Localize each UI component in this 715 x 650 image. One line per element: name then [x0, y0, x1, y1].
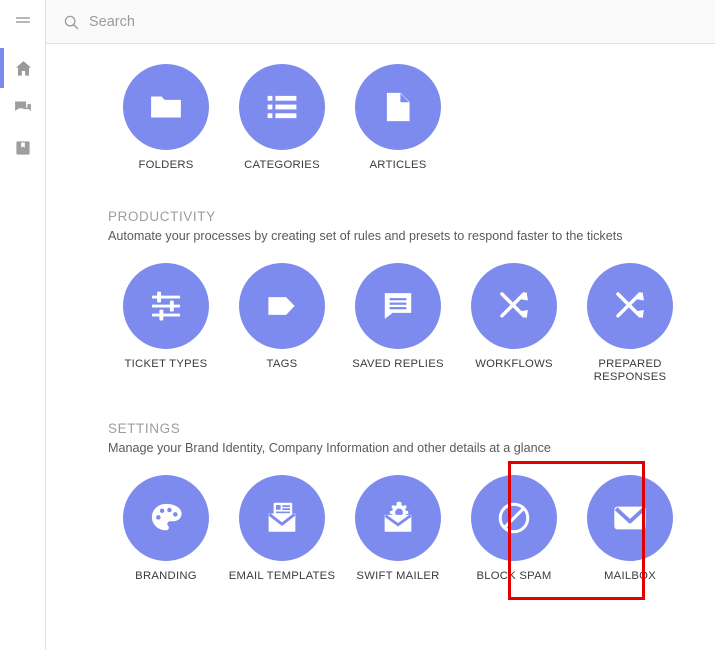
tile-label: SWIFT MAILER	[356, 569, 440, 582]
left-icon-rail	[0, 0, 46, 650]
shuffle-icon	[611, 287, 649, 325]
settings-body: FOLDERS CATEGORIES ARTICLES PRODUCTIVITY…	[46, 44, 715, 650]
tile-icon-disc	[239, 262, 325, 349]
section-settings: SETTINGS Manage your Brand Identity, Com…	[46, 421, 715, 584]
tile-label: BRANDING	[135, 569, 197, 582]
tile-branding[interactable]: BRANDING	[108, 469, 224, 584]
tile-label: EMAIL TEMPLATES	[228, 569, 336, 582]
tile-icon-disc	[471, 262, 557, 349]
search-input[interactable]	[89, 13, 409, 30]
tile-label: TAGS	[266, 357, 298, 370]
tile-grid-productivity: TICKET TYPES TAGS SAVED REPLIES WORKFLOW…	[60, 257, 699, 385]
tile-label: WORKFLOWS	[475, 357, 553, 370]
list-icon	[264, 89, 300, 125]
block-icon	[495, 499, 533, 537]
tile-label: FOLDERS	[138, 159, 194, 171]
tile-icon-disc	[355, 262, 441, 349]
sidebar-item-conversations[interactable]	[0, 88, 46, 128]
sliders-icon	[148, 288, 184, 324]
tile-label: ARTICLES	[369, 159, 427, 171]
tile-label: CATEGORIES	[244, 159, 320, 171]
sidebar-item-bookmarks[interactable]	[0, 128, 46, 168]
home-icon	[13, 58, 34, 79]
tile-label: TICKET TYPES	[124, 357, 208, 370]
tile-prepared-responses[interactable]: PREPARED RESPONSES	[572, 257, 688, 385]
tile-icon-disc	[355, 64, 441, 150]
palette-icon	[148, 500, 184, 536]
app-root: FOLDERS	[0, 0, 715, 650]
top-search-bar	[46, 0, 715, 44]
section-header: SETTINGS Manage your Brand Identity, Com…	[60, 421, 699, 455]
tile-email-templates[interactable]: EMAIL TEMPLATES	[224, 469, 340, 584]
tile-grid-settings: BRANDING EMAIL TEMPLATES SWIFT MAILER BL…	[60, 469, 699, 584]
section-subtitle: Automate your processes by creating set …	[108, 228, 623, 243]
tile-workflows[interactable]: WORKFLOWS	[456, 257, 572, 385]
tile-articles[interactable]: ARTICLES	[340, 58, 456, 173]
document-icon	[380, 89, 416, 125]
tile-icon-disc	[239, 64, 325, 150]
tile-label: MAILBOX	[604, 569, 656, 582]
tag-icon	[263, 287, 301, 325]
tile-mailbox[interactable]: MAILBOX	[572, 469, 688, 584]
chat-lines-icon	[380, 288, 416, 324]
tile-icon-disc	[471, 474, 557, 561]
main-column: FOLDERS	[46, 0, 715, 650]
tile-folders[interactable]: FOLDERS	[108, 58, 224, 173]
bookmark-icon	[14, 139, 32, 157]
menu-toggle-button[interactable]	[0, 2, 46, 40]
tile-grid-knowledge-base: FOLDERS CATEGORIES ARTICLES	[60, 44, 699, 173]
tile-icon-disc	[587, 262, 673, 349]
tile-label: PREPARED RESPONSES	[593, 357, 667, 384]
tile-categories[interactable]: CATEGORIES	[224, 58, 340, 173]
tile-ticket-types[interactable]: TICKET TYPES	[108, 257, 224, 385]
envelope-icon	[610, 498, 650, 538]
hamburger-icon	[13, 11, 33, 31]
tile-icon-disc	[587, 474, 673, 561]
section-header: PRODUCTIVITY Automate your processes by …	[60, 209, 699, 243]
folder-icon	[147, 88, 185, 126]
section-productivity: PRODUCTIVITY Automate your processes by …	[46, 209, 715, 385]
tile-block-spam[interactable]: BLOCK SPAM	[456, 469, 572, 584]
shuffle-icon	[495, 287, 533, 325]
search-icon	[63, 14, 80, 31]
tile-tags[interactable]: TAGS	[224, 257, 340, 385]
sidebar-item-home[interactable]	[0, 48, 46, 88]
section-title: SETTINGS	[108, 420, 181, 436]
tile-icon-disc	[123, 474, 209, 561]
tile-label: BLOCK SPAM	[476, 569, 552, 582]
rail-spacer	[0, 40, 45, 48]
section-title: PRODUCTIVITY	[108, 208, 216, 224]
tile-swift-mailer[interactable]: SWIFT MAILER	[340, 469, 456, 584]
section-subtitle: Manage your Brand Identity, Company Info…	[108, 440, 551, 455]
tile-saved-replies[interactable]: SAVED REPLIES	[340, 257, 456, 385]
tile-icon-disc	[355, 474, 441, 561]
chat-icon	[13, 98, 33, 118]
envelope-card-icon	[264, 500, 300, 536]
envelope-gear-icon	[380, 500, 416, 536]
section-knowledge-base: FOLDERS CATEGORIES ARTICLES	[46, 44, 715, 173]
tile-icon-disc	[239, 474, 325, 561]
tile-label: SAVED REPLIES	[352, 357, 444, 370]
tile-icon-disc	[123, 64, 209, 150]
tile-icon-disc	[123, 262, 209, 349]
